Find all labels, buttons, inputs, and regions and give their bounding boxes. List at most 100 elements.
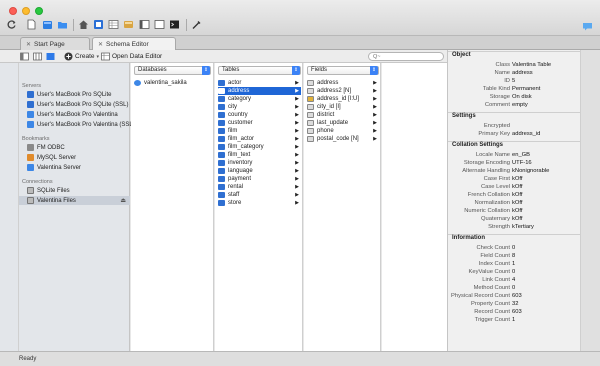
table-row[interactable]: film ▶ <box>218 127 301 135</box>
database-icon[interactable] <box>42 19 53 30</box>
field-row[interactable]: phone ▶ <box>307 127 379 135</box>
connection-item-selected[interactable]: Valentina Files ⏏ <box>19 196 130 205</box>
create-button[interactable]: Create ▾ <box>64 52 99 61</box>
field-row[interactable]: last_update ▶ <box>307 119 379 127</box>
property-row[interactable]: Table Kind Permanent <box>448 86 581 94</box>
chat-icon[interactable] <box>582 21 593 32</box>
property-row[interactable]: Quaternary kOff <box>448 216 581 224</box>
property-row[interactable]: Numeric Collation kOff <box>448 208 581 216</box>
field-row[interactable]: district ▶ <box>307 111 379 119</box>
table-row[interactable]: store ▶ <box>218 199 301 207</box>
close-tab-icon[interactable]: ✕ <box>98 41 103 48</box>
table-icon[interactable] <box>108 19 119 30</box>
property-row[interactable]: Property Count 32 <box>448 301 581 309</box>
table-row[interactable]: address ▶ <box>218 87 301 95</box>
zoom-window-button[interactable] <box>35 7 43 15</box>
table-row[interactable]: country ▶ <box>218 111 301 119</box>
open-data-editor-button[interactable]: Open Data Editor <box>101 52 162 61</box>
inspector-panel: Object Class Valentina Table Name address ID 5… <box>447 50 581 351</box>
field-icon <box>307 80 314 86</box>
layout-columns-button[interactable] <box>33 52 42 61</box>
property-row[interactable]: Field Count 8 <box>448 253 581 261</box>
close-window-button[interactable] <box>9 7 17 15</box>
database-row[interactable]: valentina_sakila <box>134 79 211 87</box>
property-row[interactable]: Case First kOff <box>448 176 581 184</box>
table-row[interactable]: payment ▶ <box>218 175 301 183</box>
new-file-icon[interactable] <box>26 19 37 30</box>
tab-start-page[interactable]: ✕ Start Page <box>20 37 90 50</box>
property-row[interactable]: Record Count 603 <box>448 309 581 317</box>
bookmark-item[interactable]: FM ODBC <box>27 143 65 152</box>
property-row[interactable]: Normalization kOff <box>448 200 581 208</box>
property-row[interactable]: Storage On disk <box>448 94 581 102</box>
database-icon <box>27 154 34 161</box>
tables-header[interactable]: Tables ⇕ <box>218 66 301 75</box>
property-row[interactable]: Link Count 4 <box>448 277 581 285</box>
table-row[interactable]: city ▶ <box>218 103 301 111</box>
server-item[interactable]: User's MacBook Pro Valentina (SSL) <box>27 120 135 129</box>
query-icon[interactable] <box>123 19 134 30</box>
refresh-icon[interactable] <box>6 19 17 30</box>
chevron-right-icon: ▶ <box>373 136 377 142</box>
property-row[interactable]: Index Count 1 <box>448 261 581 269</box>
table-row[interactable]: category ▶ <box>218 95 301 103</box>
server-item[interactable]: User's MacBook Pro SQLite <box>27 90 112 99</box>
property-row[interactable]: Encrypted <box>448 123 581 131</box>
layout-sidebar-button[interactable] <box>20 52 29 61</box>
databases-header[interactable]: Databases ⇕ <box>134 66 211 75</box>
close-tab-icon[interactable]: ✕ <box>26 41 31 48</box>
property-row[interactable]: ID 5 <box>448 78 581 86</box>
pipette-icon[interactable] <box>191 19 202 30</box>
property-row[interactable]: Class Valentina Table <box>448 62 581 70</box>
home-icon[interactable] <box>78 19 89 30</box>
table-row[interactable]: staff ▶ <box>218 191 301 199</box>
property-value: address_id <box>512 131 541 137</box>
server-item[interactable]: User's MacBook Pro SQLite (SSL) <box>27 100 129 109</box>
property-key: Check Count <box>476 245 510 251</box>
property-row[interactable]: Comment empty <box>448 102 581 110</box>
property-row[interactable]: Storage Encoding UTF-16 <box>448 160 581 168</box>
minimize-window-button[interactable] <box>22 7 30 15</box>
property-row[interactable]: Physical Record Count 603 <box>448 293 581 301</box>
field-row[interactable]: address_id [I:U] ▶ <box>307 95 379 103</box>
table-row[interactable]: language ▶ <box>218 167 301 175</box>
property-row[interactable]: Primary Key address_id <box>448 131 581 139</box>
bookmark-item[interactable]: Valentina Server <box>27 163 81 172</box>
table-row[interactable]: customer ▶ <box>218 119 301 127</box>
table-row[interactable]: film_actor ▶ <box>218 135 301 143</box>
property-row[interactable]: Method Count 0 <box>448 285 581 293</box>
table-row[interactable]: inventory ▶ <box>218 159 301 167</box>
property-row[interactable]: French Collation kOff <box>448 192 581 200</box>
field-row[interactable]: address ▶ <box>307 79 379 87</box>
sql-editor-icon[interactable] <box>139 19 150 30</box>
property-row[interactable]: Strength kTertiary <box>448 224 581 232</box>
table-row[interactable]: film_text ▶ <box>218 151 301 159</box>
layout-inspector-button[interactable] <box>46 52 55 61</box>
property-row[interactable]: KeyValue Count 0 <box>448 269 581 277</box>
property-key: Locale Name <box>475 152 510 158</box>
property-row[interactable]: Alternate Handling kNonignorable <box>448 168 581 176</box>
property-row[interactable]: Locale Name en_GB <box>448 152 581 160</box>
table-row[interactable]: rental ▶ <box>218 183 301 191</box>
tab-schema-editor[interactable]: ✕ Schema Editor <box>92 37 176 50</box>
server-item[interactable]: User's MacBook Pro Valentina <box>27 110 118 119</box>
bookmark-item[interactable]: MySQL Server <box>27 153 76 162</box>
property-row[interactable]: Check Count 0 <box>448 245 581 253</box>
terminal-icon[interactable] <box>169 19 180 30</box>
connection-item[interactable]: SQLite Files <box>27 186 70 195</box>
field-row[interactable]: city_id [I] ▶ <box>307 103 379 111</box>
folder-icon[interactable] <box>57 19 68 30</box>
property-row[interactable]: Name address <box>448 70 581 78</box>
table-row[interactable]: actor ▶ <box>218 79 301 87</box>
field-icon <box>307 104 314 110</box>
fields-header[interactable]: Fields ⇕ <box>307 66 379 75</box>
table-row[interactable]: film_category ▶ <box>218 143 301 151</box>
eject-icon[interactable]: ⏏ <box>120 197 126 204</box>
field-row[interactable]: postal_code [N] ▶ <box>307 135 379 143</box>
property-row[interactable]: Case Level kOff <box>448 184 581 192</box>
search-input[interactable] <box>368 52 444 61</box>
field-row[interactable]: address2 [N] ▶ <box>307 87 379 95</box>
property-row[interactable]: Trigger Count 1 <box>448 317 581 325</box>
window-icon[interactable] <box>154 19 165 30</box>
schema-editor-icon[interactable] <box>93 19 104 30</box>
